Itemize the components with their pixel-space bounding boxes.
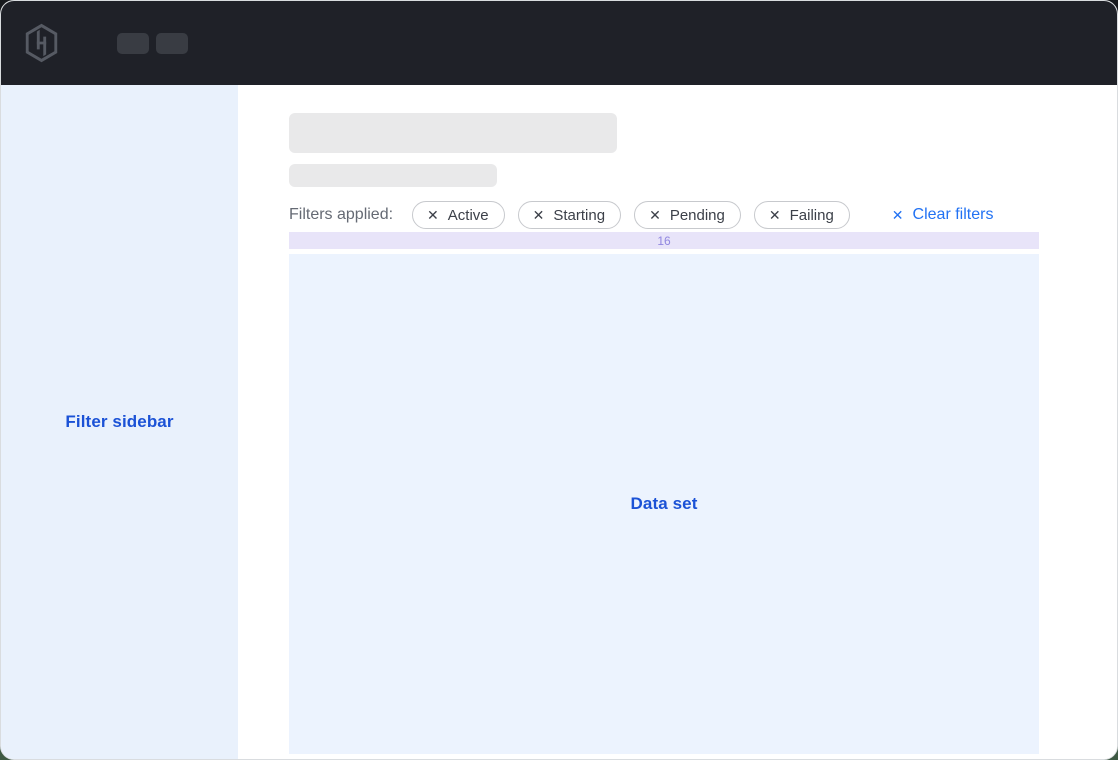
top-navigation-bar	[1, 1, 1117, 85]
nav-placeholder	[156, 33, 188, 54]
filter-chip-label: Starting	[553, 207, 605, 224]
close-icon: ✕	[892, 208, 904, 222]
filter-sidebar-label: Filter sidebar	[65, 412, 173, 432]
filter-chip-group: ✕ Active ✕ Starting ✕ Pending ✕ Failing	[412, 201, 850, 229]
subtitle-skeleton-bar	[289, 164, 497, 187]
result-count: 16	[657, 234, 670, 248]
filter-chip-failing[interactable]: ✕ Failing	[754, 201, 850, 229]
filter-chip-starting[interactable]: ✕ Starting	[518, 201, 621, 229]
filter-sidebar: Filter sidebar	[1, 85, 238, 759]
topbar-nav-placeholders	[117, 33, 188, 54]
close-icon[interactable]: ✕	[769, 208, 781, 222]
clear-filters-button[interactable]: ✕ Clear filters	[892, 206, 994, 224]
close-icon[interactable]: ✕	[533, 208, 545, 222]
result-count-bar: 16	[289, 232, 1039, 249]
filters-applied-row: Filters applied: ✕ Active ✕ Starting ✕ P…	[289, 201, 1039, 229]
filter-chip-label: Active	[448, 207, 489, 224]
filters-applied-label: Filters applied:	[289, 206, 393, 224]
app-window: Filter sidebar Filters applied: ✕ Active…	[0, 0, 1118, 760]
filter-chip-pending[interactable]: ✕ Pending	[634, 201, 741, 229]
close-icon[interactable]: ✕	[427, 208, 439, 222]
hashicorp-logo-icon	[23, 23, 60, 63]
data-set-label: Data set	[631, 494, 698, 514]
main-panel: Filters applied: ✕ Active ✕ Starting ✕ P…	[238, 85, 1117, 759]
filter-chip-label: Failing	[790, 207, 834, 224]
clear-filters-label: Clear filters	[913, 206, 994, 224]
close-icon[interactable]: ✕	[649, 208, 661, 222]
content-area: Filter sidebar Filters applied: ✕ Active…	[1, 85, 1117, 759]
data-set-region: Data set	[289, 254, 1039, 754]
title-skeleton-bar	[289, 113, 617, 153]
filter-chip-label: Pending	[670, 207, 725, 224]
nav-placeholder	[117, 33, 149, 54]
filter-chip-active[interactable]: ✕ Active	[412, 201, 505, 229]
